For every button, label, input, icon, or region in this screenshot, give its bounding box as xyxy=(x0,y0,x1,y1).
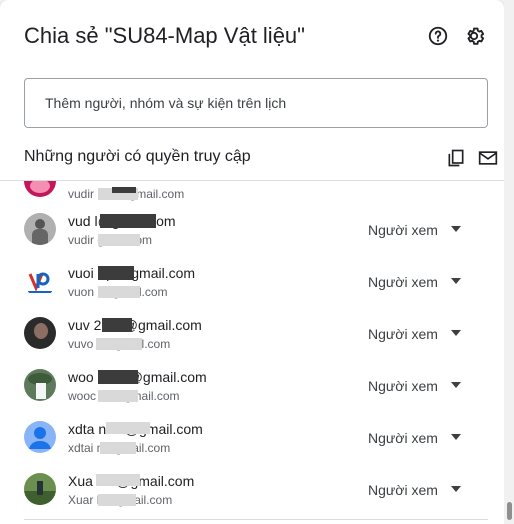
divider xyxy=(24,519,488,520)
caret-down-icon[interactable] xyxy=(450,431,462,443)
avatar xyxy=(24,317,56,349)
caret-down-icon[interactable] xyxy=(450,327,462,339)
role-dropdown[interactable]: Người xem xyxy=(368,430,438,446)
copy-icon[interactable] xyxy=(444,146,468,170)
redaction xyxy=(96,338,142,350)
scrollbar-thumb[interactable] xyxy=(507,502,512,520)
role-dropdown[interactable]: Người xem xyxy=(368,378,438,394)
scrollbar-track[interactable] xyxy=(504,0,514,524)
default-user-avatar xyxy=(24,421,56,453)
redaction xyxy=(112,187,136,193)
dialog-title: Chia sẻ "SU84-Map Vật liệu" xyxy=(24,23,305,48)
redaction xyxy=(98,370,138,384)
avatar xyxy=(24,213,56,245)
redaction xyxy=(98,234,140,246)
redaction xyxy=(98,266,134,280)
list-item: xdta n.vn@gmail.com xdtai n@gmail.com Ng… xyxy=(0,411,504,463)
avatar xyxy=(24,181,56,197)
help-icon[interactable] xyxy=(426,24,450,48)
redaction xyxy=(102,318,132,332)
role-dropdown[interactable]: Người xem xyxy=(368,222,438,238)
list-item: woo 1990@gmail.com wooc 90@gmail.com Ngư… xyxy=(0,359,504,411)
redaction xyxy=(98,494,136,506)
list-item: vuv 2511@gmail.com vuvo 1@gmail.com Ngườ… xyxy=(0,307,504,359)
redaction xyxy=(98,390,138,402)
list-item: vuoi :qb@gmail.com vuon ;@gmail.com Ngườ… xyxy=(0,255,504,307)
caret-down-icon[interactable] xyxy=(450,483,462,495)
caret-down-icon[interactable] xyxy=(450,223,462,235)
redaction xyxy=(96,474,140,486)
share-dialog: Chia sẻ "SU84-Map Vật liệu" Thêm người, … xyxy=(0,0,504,524)
role-dropdown[interactable]: Người xem xyxy=(368,274,438,290)
dialog-header: Chia sẻ "SU84-Map Vật liệu" xyxy=(24,22,488,52)
avatar xyxy=(24,369,56,401)
avatar xyxy=(24,265,56,297)
people-list: vudir 990@gmail.com vud l@gmail.com vudi… xyxy=(0,180,504,518)
redaction xyxy=(98,286,140,298)
access-section-header: Những người có quyền truy cập xyxy=(24,146,498,170)
list-item: vud l@gmail.com vudir gmail.com Người xe… xyxy=(0,203,504,255)
role-dropdown[interactable]: Người xem xyxy=(368,326,438,342)
role-dropdown[interactable]: Người xem xyxy=(368,482,438,498)
caret-down-icon[interactable] xyxy=(450,275,462,287)
caret-down-icon[interactable] xyxy=(450,379,462,391)
avatar xyxy=(24,473,56,505)
list-item: Xua XD@gmail.com Xuar D@gmail.com Người … xyxy=(0,463,504,515)
gear-icon[interactable] xyxy=(462,24,486,48)
add-people-input[interactable]: Thêm người, nhóm và sự kiện trên lịch xyxy=(24,78,488,128)
redaction xyxy=(100,214,156,228)
mail-icon[interactable] xyxy=(476,146,500,170)
redaction xyxy=(100,442,136,454)
email-primary: vuv 2511@gmail.com xyxy=(68,317,202,333)
redaction xyxy=(106,422,150,434)
access-title: Những người có quyền truy cập xyxy=(24,148,251,165)
